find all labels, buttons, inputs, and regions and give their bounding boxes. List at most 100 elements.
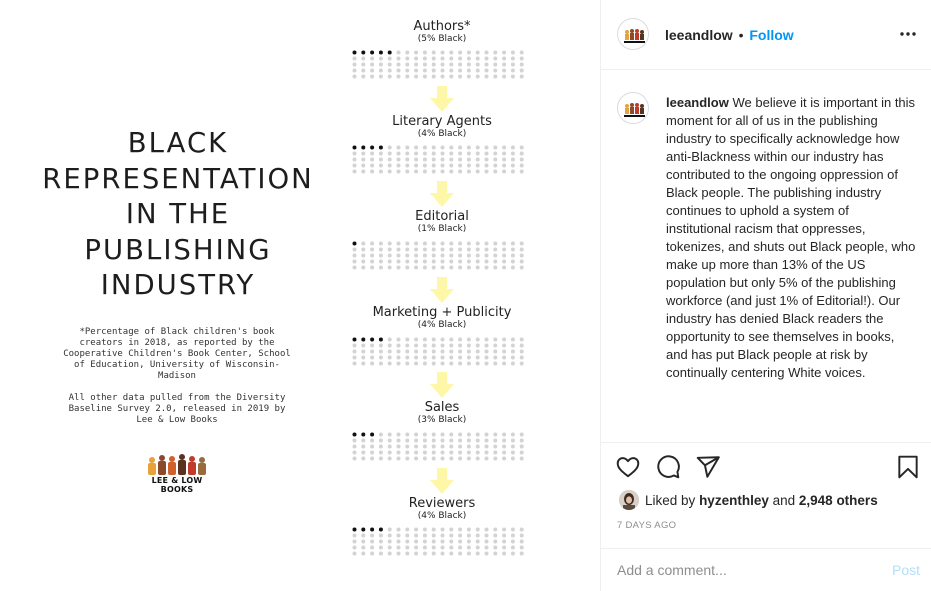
- dot-grid: [352, 145, 524, 174]
- dot-grey: [387, 343, 392, 348]
- dot-grey: [387, 438, 392, 443]
- dot-grey: [361, 259, 366, 264]
- share-button[interactable]: [695, 454, 721, 480]
- dot-grey: [493, 539, 498, 544]
- dot-grey: [484, 349, 489, 354]
- dot-grey: [475, 163, 480, 168]
- dot-grey: [422, 450, 427, 455]
- dot-grey: [493, 253, 498, 258]
- dot-grey: [396, 361, 401, 366]
- dot-grey: [396, 337, 401, 342]
- comment-button[interactable]: [655, 454, 681, 480]
- dot-grey: [361, 456, 366, 461]
- header-username[interactable]: leeandlow: [665, 27, 733, 43]
- dot-grey: [458, 533, 463, 538]
- dot-grey: [414, 62, 419, 67]
- dot-grey: [493, 56, 498, 61]
- dot-grey: [449, 259, 454, 264]
- liked-by-others[interactable]: 2,948 others: [799, 493, 878, 508]
- dot-grey: [466, 157, 471, 162]
- dot-grey: [414, 444, 419, 449]
- dot-grey: [378, 62, 383, 67]
- dot-grey: [378, 74, 383, 79]
- stage-percentage: (4% Black): [417, 129, 467, 139]
- dot-grey: [361, 533, 366, 538]
- dot-grey: [475, 456, 480, 461]
- dot-grey: [370, 68, 375, 73]
- dot-grey: [361, 265, 366, 270]
- save-button[interactable]: [895, 454, 921, 480]
- dot-grey: [361, 68, 366, 73]
- caption-avatar[interactable]: [617, 92, 649, 124]
- dot-grey: [519, 169, 524, 174]
- dot-grey: [387, 355, 392, 360]
- liker-avatar[interactable]: [619, 490, 639, 510]
- dot-grey: [484, 169, 489, 174]
- dot-grey: [414, 432, 419, 437]
- dot-grey: [396, 355, 401, 360]
- post-timestamp[interactable]: 7 DAYS AGO: [617, 520, 676, 531]
- post-image[interactable]: BLACK REPRESENTATION IN THE PUBLISHING I…: [0, 0, 600, 591]
- dot-grey: [484, 337, 489, 342]
- avatar[interactable]: [617, 18, 649, 50]
- dot-black: [352, 145, 357, 150]
- dot-grey: [458, 361, 463, 366]
- dot-grey: [449, 551, 454, 556]
- like-button[interactable]: [615, 454, 641, 480]
- dot-black: [370, 527, 375, 532]
- dot-grey: [519, 432, 524, 437]
- post-comment-button[interactable]: Post: [892, 562, 920, 578]
- dot-grey: [502, 62, 507, 67]
- dot-grey: [484, 545, 489, 550]
- dot-grey: [352, 533, 357, 538]
- dot-grey: [493, 145, 498, 150]
- dot-grey: [475, 253, 480, 258]
- post-sidebar: leeandlow • Follow leeandlow We believe …: [600, 0, 931, 591]
- dot-grey: [422, 259, 427, 264]
- dot-grey: [510, 432, 515, 437]
- dot-grey: [519, 247, 524, 252]
- dot-grey: [475, 349, 480, 354]
- follow-button[interactable]: Follow: [749, 27, 793, 43]
- dot-grey: [405, 169, 410, 174]
- dot-grey: [352, 259, 357, 264]
- dot-grey: [449, 253, 454, 258]
- dot-grey: [370, 456, 375, 461]
- dot-grey: [510, 247, 515, 252]
- dot-grey: [431, 265, 436, 270]
- dot-grey: [414, 361, 419, 366]
- dot-grey: [422, 241, 427, 246]
- dot-grey: [484, 253, 489, 258]
- dot-grey: [510, 259, 515, 264]
- dot-grey: [510, 241, 515, 246]
- comment-input[interactable]: [617, 562, 867, 578]
- dot-grey: [361, 157, 366, 162]
- dot-grey: [422, 68, 427, 73]
- dot-grey: [352, 163, 357, 168]
- stage-name: Editorial: [415, 209, 469, 224]
- dot-grey: [510, 265, 515, 270]
- more-options-button[interactable]: [898, 24, 918, 44]
- dot-grey: [519, 74, 524, 79]
- dot-grey: [493, 151, 498, 156]
- dot-grey: [493, 438, 498, 443]
- dot-grey: [440, 438, 445, 443]
- dot-grey: [475, 337, 480, 342]
- dot-grey: [466, 169, 471, 174]
- dot-grey: [519, 56, 524, 61]
- dot-grey: [370, 247, 375, 252]
- more-horizontal-icon: [900, 32, 916, 36]
- dot-black: [361, 337, 366, 342]
- dot-grey: [370, 545, 375, 550]
- dot-grey: [414, 163, 419, 168]
- dot-grey: [502, 533, 507, 538]
- dot-grey: [510, 551, 515, 556]
- dot-grey: [519, 355, 524, 360]
- dot-grey: [387, 241, 392, 246]
- liked-by-user[interactable]: hyzenthley: [699, 493, 769, 508]
- dot-grey: [405, 361, 410, 366]
- dot-grey: [449, 545, 454, 550]
- caption-username[interactable]: leeandlow: [666, 95, 729, 110]
- dot-grey: [422, 533, 427, 538]
- dot-grid: [352, 50, 524, 79]
